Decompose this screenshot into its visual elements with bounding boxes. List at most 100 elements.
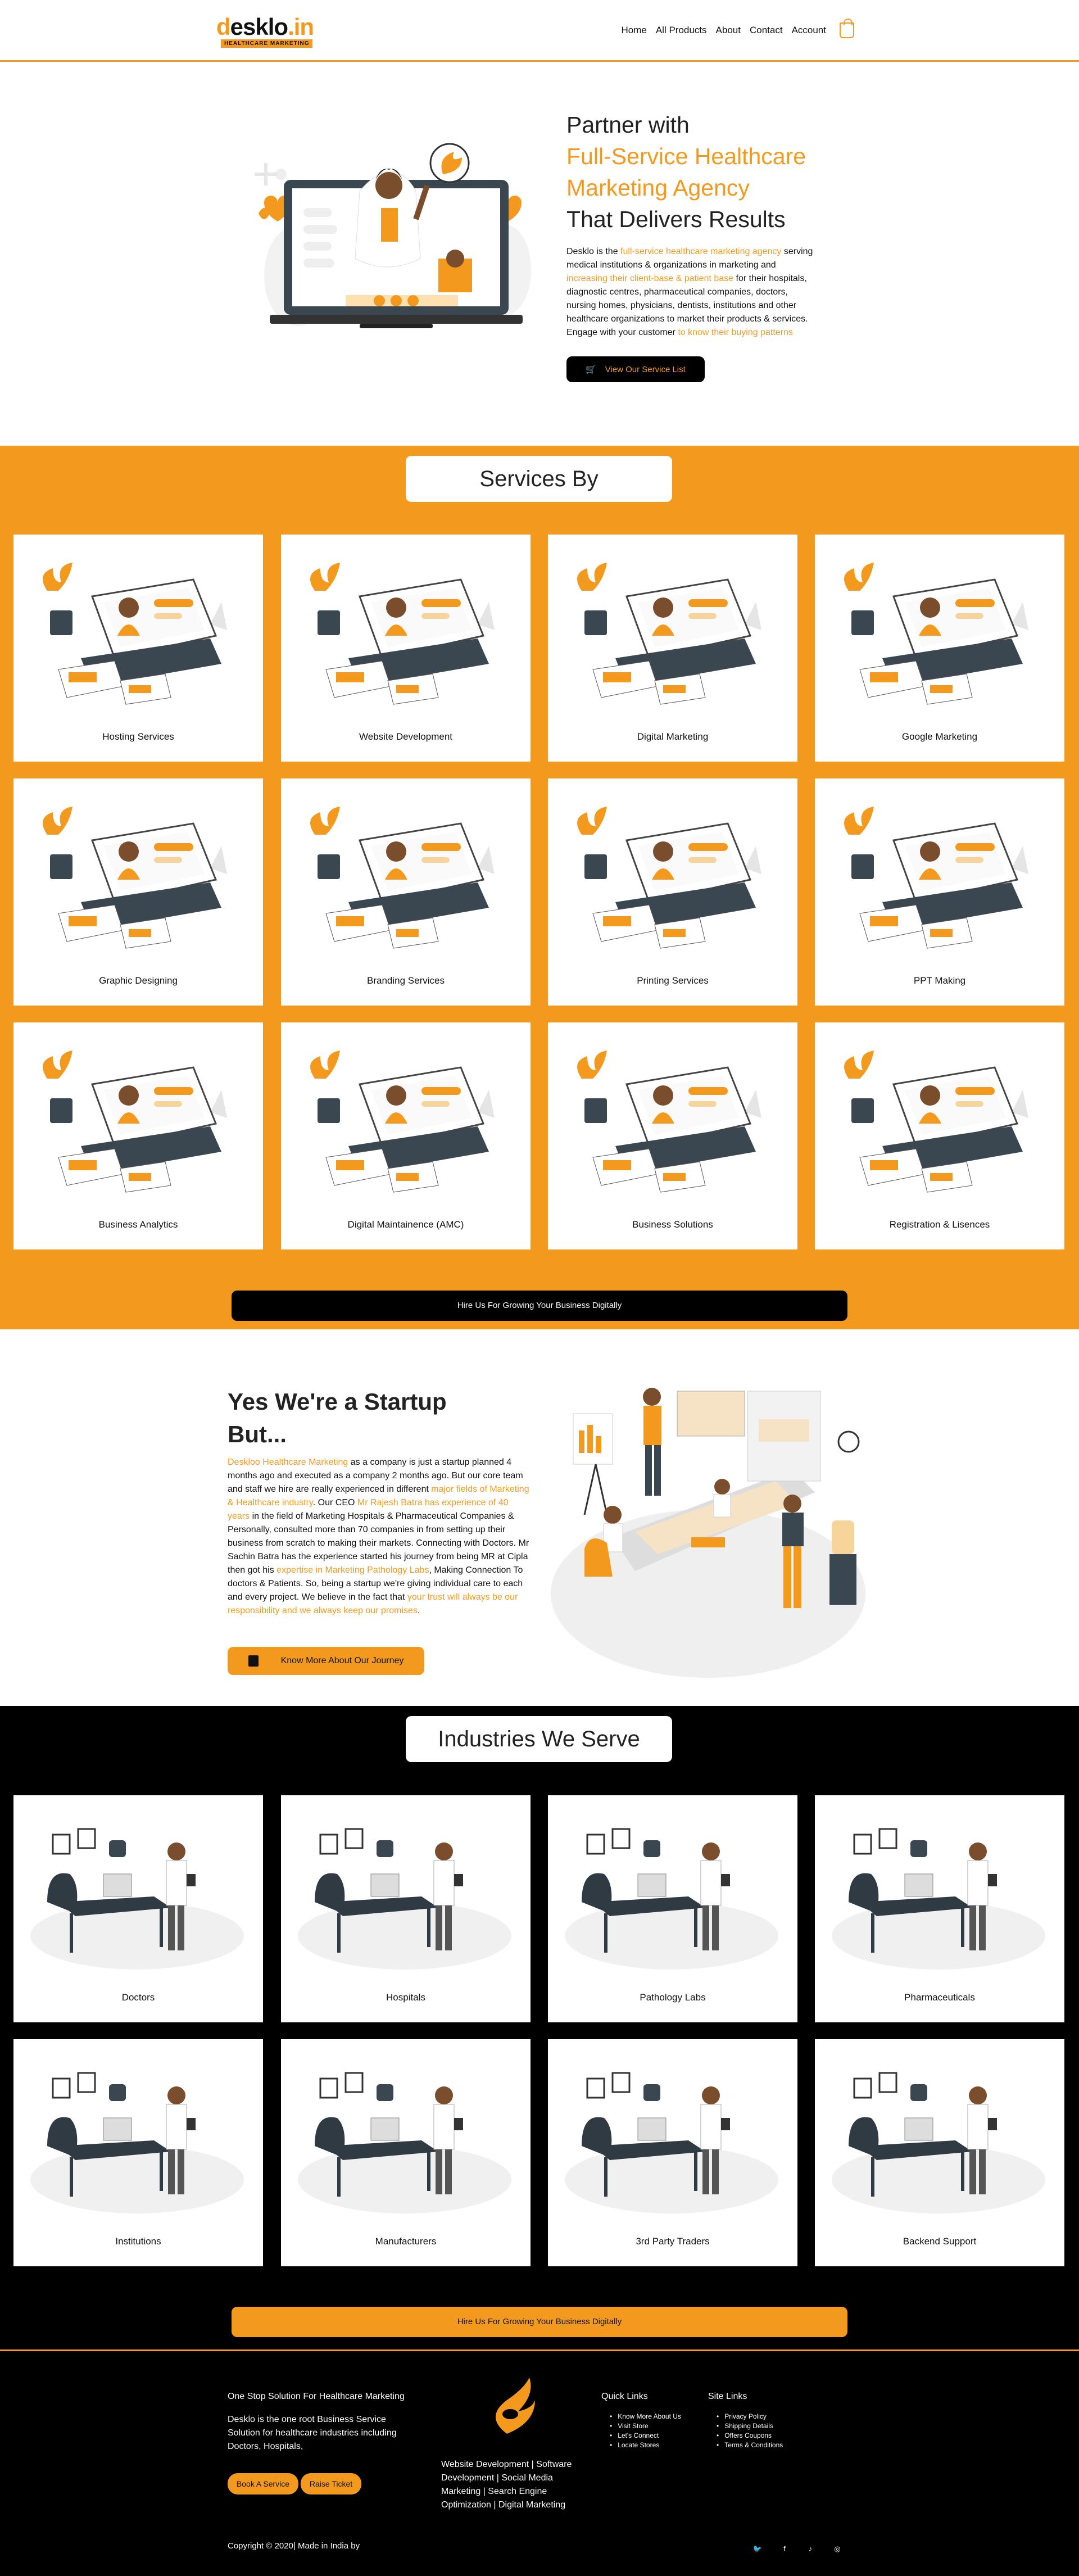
service-card[interactable]: Branding Services: [281, 778, 531, 1006]
hero-description: Desklo is the full-service healthcare ma…: [566, 247, 813, 337]
view-service-list-button[interactable]: 🛒 View Our Service List: [566, 356, 705, 382]
industry-card[interactable]: Doctors: [13, 1795, 263, 2022]
industry-card[interactable]: Pathology Labs: [548, 1795, 797, 2022]
industry-illustration: [30, 2072, 244, 2213]
industry-card[interactable]: Hospitals: [281, 1795, 531, 2022]
service-illustration: [43, 807, 227, 949]
industry-card-label: Institutions: [115, 2236, 161, 2247]
hero-title: Partner with Full-Service Healthcare Mar…: [566, 112, 806, 232]
service-card-label: Google Marketing: [901, 731, 978, 742]
service-card[interactable]: Website Development: [281, 535, 531, 762]
service-card[interactable]: Google Marketing: [815, 535, 1064, 762]
industry-illustration: [298, 1828, 511, 1970]
industry-illustration: [298, 2072, 511, 2213]
site-footer: One Stop Solution For Healthcare Marketi…: [0, 2349, 1079, 2576]
footer-about-text: Desklo is the one root Business Service …: [228, 2415, 397, 2451]
industry-illustration: [832, 2072, 1045, 2213]
services-title: Services By: [406, 456, 672, 502]
service-illustration: [844, 1051, 1028, 1193]
service-card-label: Digital Maintainence (AMC): [347, 1219, 464, 1230]
site-links-title: Site Links: [708, 2392, 747, 2401]
book-service-button[interactable]: Book A Service: [228, 2473, 298, 2494]
site-links-list: Privacy Policy Shipping Details Offers C…: [717, 2412, 783, 2450]
nav-all-products[interactable]: All Products: [656, 25, 707, 36]
industry-card[interactable]: 3rd Party Traders: [548, 2039, 797, 2266]
service-card[interactable]: Printing Services: [548, 778, 797, 1006]
industry-illustration: [30, 1828, 244, 1970]
service-illustration: [577, 563, 761, 705]
startup-title: Yes We're a Startup But...: [228, 1388, 447, 1447]
facebook-icon[interactable]: f: [779, 2545, 790, 2556]
tiktok-icon[interactable]: ♪: [805, 2545, 816, 2556]
industry-illustration: [565, 1828, 778, 1970]
site-link[interactable]: Offers Coupons: [717, 2431, 783, 2441]
industry-card-label: Hospitals: [386, 1992, 425, 2003]
industry-card[interactable]: Backend Support: [815, 2039, 1064, 2266]
quick-links-title: Quick Links: [601, 2392, 648, 2401]
site-link[interactable]: Terms & Conditions: [717, 2441, 783, 2450]
nav-about[interactable]: About: [716, 25, 741, 36]
industry-card-label: 3rd Party Traders: [636, 2236, 710, 2247]
quick-link[interactable]: Know More About Us: [610, 2412, 681, 2421]
hero-text: Partner with Full-Service Healthcare Mar…: [566, 109, 817, 382]
book-icon: [248, 1655, 259, 1667]
service-illustration: [310, 807, 495, 949]
site-header: desklo.in HEALTHCARE MARKETING Home All …: [0, 0, 1079, 62]
shopping-bag-icon[interactable]: [840, 19, 854, 38]
service-card-label: Graphic Designing: [99, 975, 178, 986]
service-card-label: Website Development: [359, 731, 452, 742]
industries-title: Industries We Serve: [406, 1716, 672, 1762]
industry-card[interactable]: Manufacturers: [281, 2039, 531, 2266]
main-nav: Home All Products About Contact Account: [621, 19, 854, 38]
hire-us-button[interactable]: Hire Us For Growing Your Business Digita…: [232, 1291, 847, 1321]
industry-card[interactable]: Pharmaceuticals: [815, 1795, 1064, 2022]
industry-card-label: Manufacturers: [375, 2236, 437, 2247]
service-card-label: PPT Making: [913, 975, 966, 986]
service-card[interactable]: Hosting Services: [13, 535, 263, 762]
industry-card-label: Pathology Labs: [640, 1992, 706, 2003]
service-card[interactable]: Digital Marketing: [548, 535, 797, 762]
site-link[interactable]: Privacy Policy: [717, 2412, 783, 2421]
instagram-icon[interactable]: ◎: [832, 2545, 843, 2556]
service-card[interactable]: Business Analytics: [13, 1022, 263, 1249]
service-card[interactable]: PPT Making: [815, 778, 1064, 1006]
industry-illustration: [832, 1828, 1045, 1970]
copyright: Copyright © 2020| Made in India by: [228, 2541, 360, 2551]
nav-contact[interactable]: Contact: [750, 25, 783, 36]
logo[interactable]: desklo.in HEALTHCARE MARKETING: [216, 15, 329, 49]
startup-description: Deskloo Healthcare Marketing as a compan…: [228, 1457, 529, 1615]
footer-about-title: One Stop Solution For Healthcare Marketi…: [228, 2392, 405, 2401]
quick-link[interactable]: Visit Store: [610, 2421, 681, 2431]
nav-home[interactable]: Home: [621, 25, 646, 36]
logo-tagline: HEALTHCARE MARKETING: [221, 39, 313, 48]
nav-account[interactable]: Account: [792, 25, 826, 36]
footer-logo-icon: [496, 2378, 535, 2434]
service-illustration: [577, 807, 761, 949]
footer-services-text: Website Development | Software Developme…: [441, 2460, 572, 2510]
twitter-icon[interactable]: 🐦: [752, 2545, 763, 2556]
hero-illustration: [255, 143, 531, 328]
raise-ticket-button[interactable]: Raise Ticket: [301, 2473, 361, 2494]
industry-card-label: Pharmaceuticals: [904, 1992, 975, 2003]
cart-icon: 🛒: [586, 365, 596, 374]
service-illustration: [43, 1051, 227, 1193]
service-illustration: [43, 563, 227, 705]
site-link[interactable]: Shipping Details: [717, 2421, 783, 2431]
service-illustration: [844, 807, 1028, 949]
service-card[interactable]: Graphic Designing: [13, 778, 263, 1006]
service-illustration: [310, 1051, 495, 1193]
quick-link[interactable]: Locate Stores: [610, 2441, 681, 2450]
service-card[interactable]: Business Solutions: [548, 1022, 797, 1249]
service-card-label: Registration & Lisences: [889, 1219, 990, 1230]
service-card-label: Hosting Services: [102, 731, 174, 742]
hire-us-button-2[interactable]: Hire Us For Growing Your Business Digita…: [232, 2307, 847, 2337]
service-illustration: [577, 1051, 761, 1193]
industry-card[interactable]: Institutions: [13, 2039, 263, 2266]
industry-card-label: Backend Support: [903, 2236, 977, 2247]
service-card-label: Branding Services: [367, 975, 445, 986]
service-card-label: Business Analytics: [98, 1219, 178, 1230]
quick-link[interactable]: Let's Connect: [610, 2431, 681, 2441]
service-card[interactable]: Digital Maintainence (AMC): [281, 1022, 531, 1249]
know-more-journey-button[interactable]: Know More About Our Journey: [228, 1647, 424, 1675]
service-card[interactable]: Registration & Lisences: [815, 1022, 1064, 1249]
